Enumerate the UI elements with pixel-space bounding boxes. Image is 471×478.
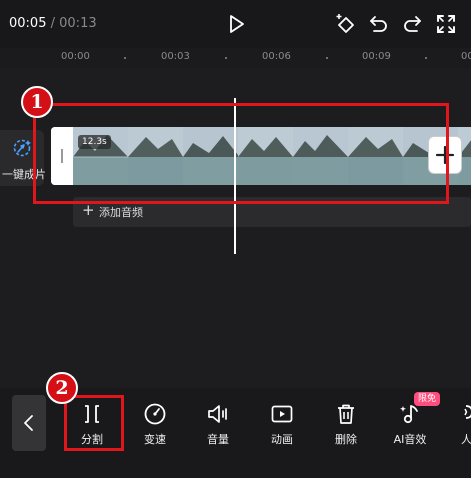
- tool-label: 动画: [271, 433, 293, 446]
- play-icon[interactable]: [225, 13, 247, 35]
- ruler-tick: 00:12: [461, 51, 471, 62]
- playback-time: 00:05 / 00:13: [9, 16, 97, 31]
- keyframe-add-icon[interactable]: [335, 13, 357, 35]
- volume-icon: [208, 405, 227, 423]
- tool-ai-sound[interactable]: AI音效: [385, 400, 435, 452]
- tool-label: 音量: [207, 433, 229, 446]
- ruler-tick: 00:09: [362, 51, 391, 62]
- magic-edit-icon: [13, 139, 31, 157]
- time-ruler[interactable]: 00:00 00:03 00:06 00:09 00:12: [0, 48, 471, 68]
- time-separator: /: [50, 16, 55, 31]
- delete-icon: [338, 404, 354, 424]
- voice-icon: [464, 405, 471, 419]
- tool-speed[interactable]: 变速: [130, 400, 180, 452]
- back-button[interactable]: [12, 395, 46, 451]
- tool-label: AI音效: [393, 433, 427, 446]
- ruler-dot: [124, 57, 126, 59]
- ruler-tick: 00:06: [262, 51, 291, 62]
- step-badge-2: 2: [46, 372, 78, 404]
- animation-icon: [271, 405, 293, 423]
- current-time: 00:05: [9, 16, 47, 31]
- fullscreen-icon[interactable]: [435, 13, 457, 35]
- total-time: 00:13: [59, 16, 97, 31]
- highlight-box-clip: [33, 103, 449, 204]
- ruler-dot: [225, 57, 227, 59]
- ruler-dot: [425, 57, 427, 59]
- speed-icon: [144, 403, 166, 425]
- tool-volume[interactable]: 音量: [193, 400, 243, 452]
- ruler-tick: 00:03: [161, 51, 190, 62]
- tool-label: 变速: [144, 433, 166, 446]
- redo-icon[interactable]: [401, 13, 423, 35]
- chevron-left-icon: [24, 415, 33, 431]
- step-badge-1: 1: [21, 86, 53, 118]
- add-audio-label: 添加音频: [99, 206, 143, 219]
- tool-label: 删除: [335, 433, 357, 446]
- ruler-dot: [326, 57, 328, 59]
- tool-animation[interactable]: 动画: [257, 400, 307, 452]
- promo-badge-free: 限免: [414, 392, 441, 406]
- ruler-tick: 00:00: [61, 51, 90, 62]
- highlight-box-split: [64, 395, 124, 451]
- tool-voice[interactable]: 人声: [447, 400, 471, 452]
- tool-label: 人声: [461, 433, 471, 446]
- undo-icon[interactable]: [368, 13, 390, 35]
- tool-delete[interactable]: 删除: [321, 400, 371, 452]
